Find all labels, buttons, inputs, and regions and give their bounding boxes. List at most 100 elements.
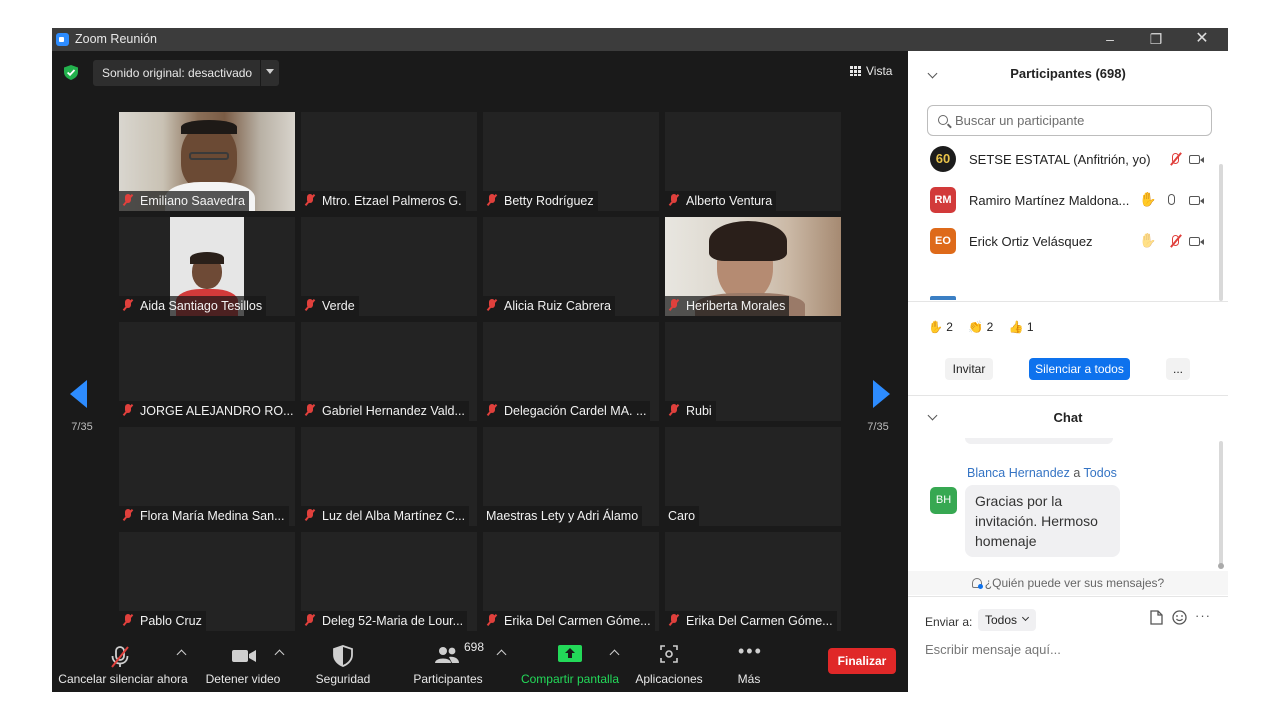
grid-view-icon bbox=[850, 66, 861, 76]
emoji-icon[interactable] bbox=[1172, 610, 1187, 625]
participants-panel-title: Participantes (698) bbox=[1010, 66, 1126, 81]
search-placeholder: Buscar un participante bbox=[955, 113, 1085, 128]
chat-message-input[interactable]: Escribir mensaje aquí... bbox=[925, 642, 1061, 657]
mic-muted-icon bbox=[122, 403, 134, 417]
mic-muted-icon bbox=[668, 403, 680, 417]
participant-tile[interactable]: Mtro. Etzael Palmeros G. bbox=[301, 112, 477, 211]
participants-button[interactable]: 698 Participantes bbox=[408, 637, 488, 692]
participant-name: Gabriel Hernandez Vald... bbox=[322, 404, 465, 418]
stop-video-button[interactable]: Detener video bbox=[200, 637, 286, 692]
participant-name: Ramiro Martínez Maldona... bbox=[969, 193, 1130, 208]
chat-scrollbar[interactable] bbox=[1219, 441, 1223, 567]
view-label: Vista bbox=[866, 64, 893, 78]
mic-muted-icon bbox=[486, 613, 498, 627]
select-separator bbox=[260, 60, 261, 86]
participant-row[interactable]: RM Ramiro Martínez Maldona... ✋ bbox=[908, 181, 1218, 219]
participant-tile[interactable]: Gabriel Hernandez Vald... bbox=[301, 322, 477, 421]
participant-tile[interactable]: JORGE ALEJANDRO RO... bbox=[119, 322, 295, 421]
camera-icon[interactable] bbox=[1189, 155, 1204, 164]
who-can-see-messages-link[interactable]: ¿Quién puede ver sus mensajes? bbox=[908, 571, 1228, 595]
participant-name: Erika Del Carmen Góme... bbox=[686, 614, 833, 628]
send-to-select[interactable]: Todos bbox=[978, 609, 1036, 631]
participant-tile[interactable]: Delegación Cardel MA. ... bbox=[483, 322, 659, 421]
file-icon[interactable] bbox=[1150, 610, 1163, 625]
camera-icon[interactable] bbox=[1189, 237, 1204, 246]
mute-all-button[interactable]: Silenciar a todos bbox=[1029, 358, 1130, 380]
participant-name: Alberto Ventura bbox=[686, 194, 773, 208]
mic-icon[interactable] bbox=[1168, 194, 1175, 205]
video-camera-icon bbox=[232, 650, 256, 662]
participant-tile[interactable]: Betty Rodríguez bbox=[483, 112, 659, 211]
page-indicator-left: 7/35 bbox=[71, 421, 93, 433]
participant-tile[interactable]: Flora María Medina San... bbox=[119, 427, 295, 526]
participant-name: Luz del Alba Martínez C... bbox=[322, 509, 466, 523]
participant-tile[interactable]: Erika Del Carmen Góme... bbox=[483, 532, 659, 631]
participant-name: Aida Santiago Tesillos bbox=[140, 299, 263, 313]
previous-page-arrow-icon[interactable] bbox=[70, 380, 87, 408]
share-screen-button[interactable]: Compartir pantalla bbox=[518, 637, 622, 692]
camera-icon[interactable] bbox=[1189, 196, 1204, 205]
participant-search-input[interactable]: Buscar un participante bbox=[927, 105, 1212, 136]
unmute-button[interactable]: Cancelar silenciar ahora bbox=[58, 637, 188, 692]
participant-name-label: Deleg 52-Maria de Lour... bbox=[301, 611, 468, 631]
mic-muted-icon bbox=[304, 508, 316, 522]
security-shield-icon[interactable] bbox=[64, 65, 78, 80]
participant-name: Flora María Medina San... bbox=[140, 509, 285, 523]
title-bar: Zoom Reunión – ❐ ✕ bbox=[52, 28, 1228, 51]
participant-tile[interactable]: Deleg 52-Maria de Lour... bbox=[301, 532, 477, 631]
end-meeting-button[interactable]: Finalizar bbox=[828, 648, 896, 674]
send-to-label: Enviar a: bbox=[925, 615, 973, 629]
participant-tile[interactable]: Erika Del Carmen Góme... bbox=[665, 532, 841, 631]
participants-options-chevron-icon[interactable] bbox=[496, 649, 507, 660]
participant-name: Rubi bbox=[686, 404, 712, 418]
chat-scrollbar-thumb[interactable] bbox=[1218, 563, 1224, 569]
participant-row[interactable]: EO Erick Ortiz Velásquez ✋ bbox=[908, 222, 1218, 260]
sender-name[interactable]: Blanca Hernandez bbox=[967, 466, 1070, 480]
security-button[interactable]: Seguridad bbox=[308, 637, 378, 692]
to-word: a bbox=[1073, 466, 1081, 480]
mic-muted-icon bbox=[486, 403, 498, 417]
mic-muted-icon bbox=[122, 508, 134, 522]
participant-tile[interactable]: Emiliano Saavedra bbox=[119, 112, 295, 211]
original-sound-select[interactable]: Sonido original: desactivado bbox=[93, 60, 279, 86]
apps-button[interactable]: Aplicaciones bbox=[632, 637, 706, 692]
microphone-muted-icon bbox=[111, 646, 129, 668]
participant-name: SETSE ESTATAL (Anfitrión, yo) bbox=[969, 152, 1151, 167]
participant-tile[interactable]: Pablo Cruz bbox=[119, 532, 295, 631]
participant-name: Caro bbox=[668, 509, 696, 523]
mic-muted-icon bbox=[304, 193, 316, 207]
participant-row[interactable]: 60 SETSE ESTATAL (Anfitrión, yo) bbox=[908, 140, 1218, 178]
minimize-icon[interactable]: – bbox=[1087, 28, 1133, 51]
chat-message: Gracias por la invitación. Hermoso homen… bbox=[965, 485, 1120, 557]
view-button[interactable]: Vista bbox=[850, 64, 892, 78]
invite-button[interactable]: Invitar bbox=[945, 358, 993, 380]
participant-tile[interactable]: Rubi bbox=[665, 322, 841, 421]
share-screen-icon bbox=[558, 645, 582, 662]
stop-video-label: Detener video bbox=[205, 672, 281, 686]
participant-tile[interactable]: Alberto Ventura bbox=[665, 112, 841, 211]
more-button[interactable]: ••• Más bbox=[724, 637, 774, 692]
participants-count: 698 bbox=[464, 640, 485, 654]
participant-tile[interactable]: Aida Santiago Tesillos bbox=[119, 217, 295, 316]
close-icon[interactable]: ✕ bbox=[1179, 28, 1225, 51]
participant-name-label: Heriberta Morales bbox=[665, 296, 790, 316]
participant-list-scrollbar[interactable] bbox=[1219, 164, 1223, 301]
participant-tile[interactable]: Luz del Alba Martínez C... bbox=[301, 427, 477, 526]
participant-name-label: Alberto Ventura bbox=[665, 191, 777, 211]
restore-icon[interactable]: ❐ bbox=[1133, 28, 1179, 51]
participant-tile[interactable]: Verde bbox=[301, 217, 477, 316]
participant-tile[interactable]: Alicia Ruiz Cabrera bbox=[483, 217, 659, 316]
previous-message-bubble bbox=[965, 438, 1113, 444]
send-to-value: Todos bbox=[985, 613, 1018, 627]
participant-name: Alicia Ruiz Cabrera bbox=[504, 299, 611, 313]
more-options-button[interactable]: ... bbox=[1166, 358, 1190, 380]
mic-muted-icon bbox=[668, 613, 680, 627]
next-page-arrow-icon[interactable] bbox=[873, 380, 890, 408]
mic-muted-icon bbox=[304, 298, 316, 312]
participant-tile[interactable]: Caro bbox=[665, 427, 841, 526]
participant-tile[interactable]: Heriberta Morales bbox=[665, 217, 841, 316]
mic-muted-icon bbox=[486, 298, 498, 312]
participant-tile[interactable]: Maestras Lety y Adri Álamo bbox=[483, 427, 659, 526]
chevron-down-icon[interactable] bbox=[266, 69, 274, 74]
chat-more-icon[interactable]: ··· bbox=[1195, 608, 1211, 623]
